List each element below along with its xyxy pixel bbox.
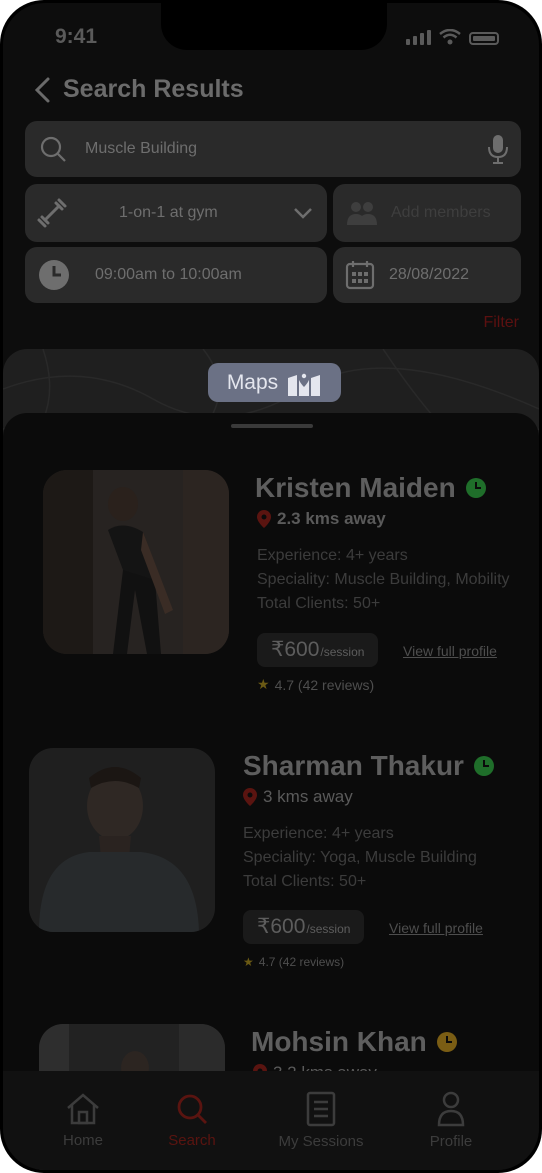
tab-label: Home bbox=[62, 1132, 103, 1149]
home-icon bbox=[67, 1093, 99, 1125]
sessions-icon bbox=[306, 1091, 336, 1127]
session-type-select[interactable]: 1-on-1 at gym bbox=[25, 184, 327, 242]
availability-clock-icon bbox=[436, 1032, 457, 1052]
availability-clock-icon bbox=[465, 478, 486, 498]
bottom-tab-bar: Home Search My Sessions Profile bbox=[3, 1071, 539, 1170]
experience-text: Experience: 4+ years bbox=[243, 825, 394, 842]
trainer-name[interactable]: Sharman Thakur bbox=[243, 750, 494, 782]
experience-text: Experience: 4+ years bbox=[257, 547, 408, 564]
maps-button[interactable]: Maps bbox=[208, 363, 341, 402]
price-badge: ₹600/session bbox=[257, 633, 379, 667]
price-unit: /session bbox=[306, 922, 351, 936]
search-icon bbox=[40, 136, 66, 162]
rating-text: 4.7 (42 reviews) bbox=[258, 955, 345, 969]
phone-frame: 9:41 Search Results Muscle Building 1-on… bbox=[0, 0, 542, 1173]
rating: ★ 4.7 (42 reviews) bbox=[243, 955, 344, 969]
distance-text: 2.3 kms away bbox=[277, 509, 386, 528]
clock-icon bbox=[39, 260, 69, 290]
back-icon[interactable] bbox=[33, 76, 53, 104]
app-screen: 9:41 Search Results Muscle Building 1-on… bbox=[3, 3, 539, 1170]
status-time: 9:41 bbox=[55, 25, 98, 48]
trainer-name[interactable]: Kristen Maiden bbox=[255, 472, 486, 504]
price-badge: ₹600/session bbox=[243, 910, 365, 944]
battery-icon bbox=[469, 32, 499, 45]
trainer-name[interactable]: Mohsin Khan bbox=[251, 1026, 457, 1058]
star-icon: ★ bbox=[257, 676, 270, 692]
trainer-photo[interactable] bbox=[43, 470, 229, 654]
search-value: Muscle Building bbox=[85, 140, 198, 157]
price-unit: /session bbox=[320, 645, 365, 659]
price-value: ₹600 bbox=[257, 915, 306, 938]
location-pin-icon bbox=[257, 510, 271, 528]
tab-home[interactable]: Home bbox=[33, 1071, 133, 1170]
time-slot-value: 09:00am to 10:00am bbox=[95, 266, 242, 283]
sheet-handle[interactable] bbox=[231, 424, 313, 428]
people-icon bbox=[347, 202, 377, 225]
session-type-value: 1-on-1 at gym bbox=[119, 204, 218, 221]
tab-label: My Sessions bbox=[278, 1133, 364, 1150]
speciality-text: Speciality: Yoga, Muscle Building bbox=[243, 849, 477, 866]
clients-text: Total Clients: 50+ bbox=[243, 873, 367, 890]
notch bbox=[161, 3, 387, 50]
page-title: Search Results bbox=[63, 75, 244, 103]
rating-text: 4.7 (42 reviews) bbox=[274, 676, 375, 693]
wifi-icon bbox=[439, 29, 461, 45]
trainer-photo[interactable] bbox=[29, 748, 215, 932]
availability-clock-icon bbox=[473, 756, 494, 776]
maps-label: Maps bbox=[226, 370, 279, 394]
time-slot-field[interactable]: 09:00am to 10:00am bbox=[25, 247, 327, 303]
tab-label: Profile bbox=[429, 1133, 473, 1150]
filter-link[interactable]: Filter bbox=[483, 314, 519, 332]
microphone-icon[interactable] bbox=[487, 133, 509, 165]
header: Search Results bbox=[33, 75, 244, 104]
trainer-distance: 3 kms away bbox=[243, 787, 353, 807]
price-value: ₹600 bbox=[271, 638, 320, 661]
calendar-icon bbox=[345, 261, 375, 290]
signal-icon bbox=[406, 30, 431, 45]
view-profile-link[interactable]: View full profile bbox=[403, 643, 497, 659]
date-field[interactable]: 28/08/2022 bbox=[333, 247, 521, 303]
tab-my-sessions[interactable]: My Sessions bbox=[271, 1071, 371, 1170]
status-icons bbox=[406, 29, 499, 45]
trainer-info: Experience: 4+ years Speciality: Muscle … bbox=[257, 544, 510, 616]
trainer-name-text: Mohsin Khan bbox=[251, 1026, 427, 1057]
add-members-field[interactable]: Add members bbox=[333, 184, 521, 242]
tab-search[interactable]: Search bbox=[142, 1071, 242, 1170]
tab-profile[interactable]: Profile bbox=[401, 1071, 501, 1170]
location-pin-icon bbox=[243, 788, 257, 806]
chevron-down-icon bbox=[294, 208, 312, 219]
rating: ★ 4.7 (42 reviews) bbox=[257, 676, 374, 693]
tab-label: Search bbox=[168, 1132, 216, 1149]
search-icon bbox=[177, 1094, 207, 1124]
speciality-text: Speciality: Muscle Building, Mobility bbox=[257, 571, 510, 588]
trainer-name-text: Kristen Maiden bbox=[255, 472, 456, 503]
distance-text: 3 kms away bbox=[263, 787, 353, 806]
star-icon: ★ bbox=[243, 955, 254, 969]
add-members-placeholder: Add members bbox=[391, 204, 491, 221]
dumbbell-icon bbox=[37, 198, 67, 228]
map-icon bbox=[288, 369, 321, 396]
clients-text: Total Clients: 50+ bbox=[257, 595, 381, 612]
trainer-name-text: Sharman Thakur bbox=[243, 750, 464, 781]
date-value: 28/08/2022 bbox=[389, 266, 470, 283]
search-input[interactable]: Muscle Building bbox=[25, 121, 521, 177]
view-profile-link[interactable]: View full profile bbox=[389, 920, 483, 936]
trainer-distance: 2.3 kms away bbox=[257, 509, 386, 529]
profile-icon bbox=[437, 1091, 465, 1127]
trainer-info: Experience: 4+ years Speciality: Yoga, M… bbox=[243, 822, 477, 894]
